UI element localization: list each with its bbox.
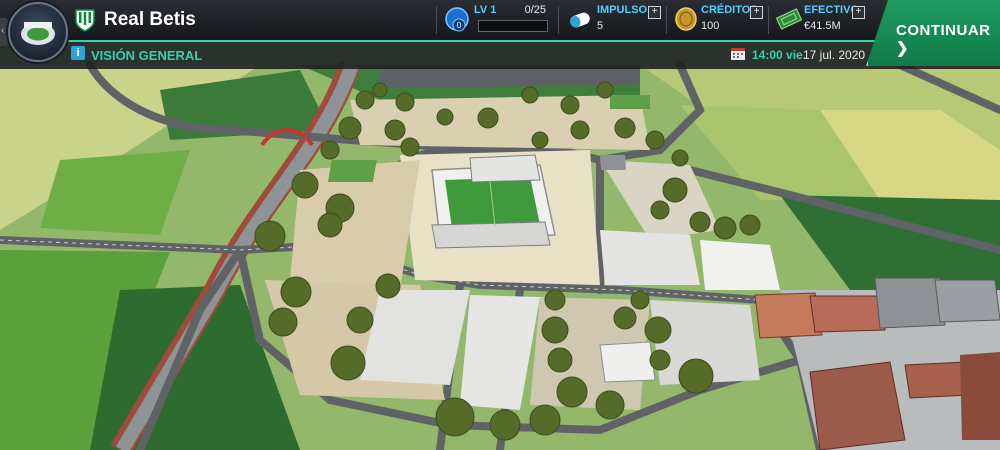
parking-lot xyxy=(700,240,780,290)
parking-lot xyxy=(600,230,700,285)
info-icon: i xyxy=(71,46,85,60)
level-progress-count: 0/25 xyxy=(524,4,546,16)
betis-crest-icon xyxy=(74,8,96,32)
boost-label: IMPULSO xyxy=(597,4,648,16)
credits-value: 100 xyxy=(701,20,720,32)
cash-icon xyxy=(775,8,803,30)
game-date: 17 jul. 2020 xyxy=(803,48,866,62)
add-credits-button[interactable]: + xyxy=(750,6,763,19)
divider xyxy=(558,6,559,34)
divider xyxy=(768,6,769,34)
continue-label: CONTINUAR ❯ xyxy=(896,22,991,57)
level-shield-icon: 0 xyxy=(444,6,470,34)
level-label: LV 1 xyxy=(474,4,497,16)
level-badge-value: 0 xyxy=(457,21,462,30)
boost-pills-icon xyxy=(567,8,593,30)
level-progress-bar xyxy=(478,20,548,32)
back-button[interactable]: ‹ xyxy=(0,18,8,46)
stadium[interactable] xyxy=(431,154,556,249)
continue-button[interactable]: CONTINUAR ❯ xyxy=(866,0,1000,66)
divider xyxy=(436,6,437,34)
cash-label: EFECTIVO xyxy=(804,4,860,16)
calendar-icon[interactable] xyxy=(730,46,746,61)
add-cash-button[interactable]: + xyxy=(852,6,865,19)
divider xyxy=(666,6,667,34)
add-boost-button[interactable]: + xyxy=(648,6,661,19)
training-pitch xyxy=(327,160,377,182)
stadium-badge-icon[interactable] xyxy=(8,2,68,62)
boost-value: 5 xyxy=(597,20,604,32)
coin-icon xyxy=(674,6,698,32)
cash-value: €41.5M xyxy=(804,20,841,32)
game-time: 14:00 vie. xyxy=(752,48,807,62)
training-pitch xyxy=(610,95,650,109)
section-title: VISIÓN GENERAL xyxy=(91,48,203,63)
chevron-left-icon: ‹ xyxy=(1,25,5,36)
club-name: Real Betis xyxy=(104,9,196,30)
